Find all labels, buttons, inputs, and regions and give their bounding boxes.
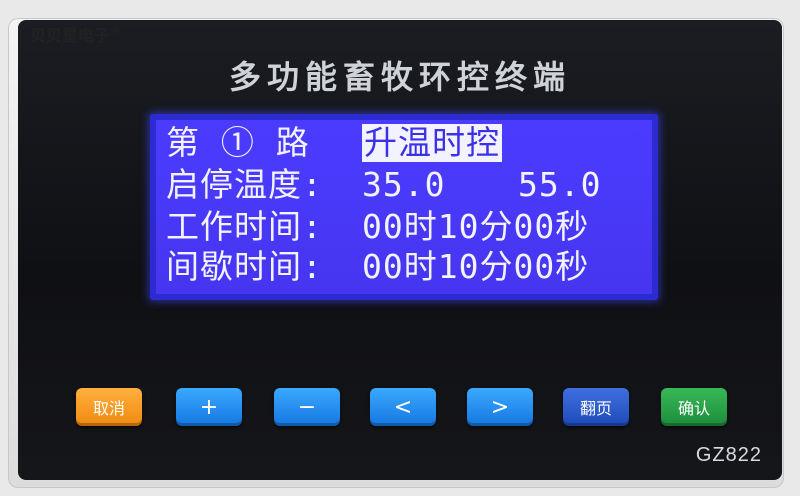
channel-mode: 升温时控	[362, 123, 502, 162]
brand-label: 贝贝星电子®	[30, 22, 122, 46]
confirm-button[interactable]: 确认	[661, 388, 727, 426]
lcd-screen: 第 ① 路 升温时控 启停温度: 35.0 55.0 工作时间: 00时10分0…	[156, 120, 652, 294]
channel-label: 第 ① 路	[166, 123, 310, 162]
temperature-label: 启停温度:	[166, 165, 323, 204]
lcd-row-work-time: 工作时间: 00时10分00秒	[166, 208, 588, 246]
interval-time-label: 间歇时间:	[166, 247, 323, 286]
lcd-row-temperature: 启停温度: 35.0 55.0	[166, 166, 600, 204]
right-button[interactable]: >	[467, 388, 533, 426]
brand-name: 贝贝星电子	[30, 26, 111, 45]
model-label: GZ822	[695, 444, 762, 466]
stop-temperature: 55.0	[518, 165, 602, 204]
cancel-button[interactable]: 取消	[76, 388, 142, 426]
work-time-value: 00时10分00秒	[362, 207, 590, 246]
work-time-label: 工作时间:	[166, 207, 323, 246]
brand-mark: ®	[110, 23, 123, 38]
start-temperature: 35.0	[362, 165, 446, 204]
keypad: 取消 + − < > 翻页 确认	[18, 372, 782, 442]
device-title: 多功能畜牧环控终端	[228, 58, 571, 96]
left-button[interactable]: <	[370, 388, 436, 426]
interval-time-value: 00时10分00秒	[362, 247, 590, 286]
lcd-row-channel: 第 ① 路 升温时控	[166, 124, 502, 162]
lcd-row-interval-time: 间歇时间: 00时10分00秒	[166, 248, 588, 286]
minus-button[interactable]: −	[274, 388, 340, 426]
plus-button[interactable]: +	[176, 388, 242, 426]
page-button[interactable]: 翻页	[563, 388, 629, 426]
